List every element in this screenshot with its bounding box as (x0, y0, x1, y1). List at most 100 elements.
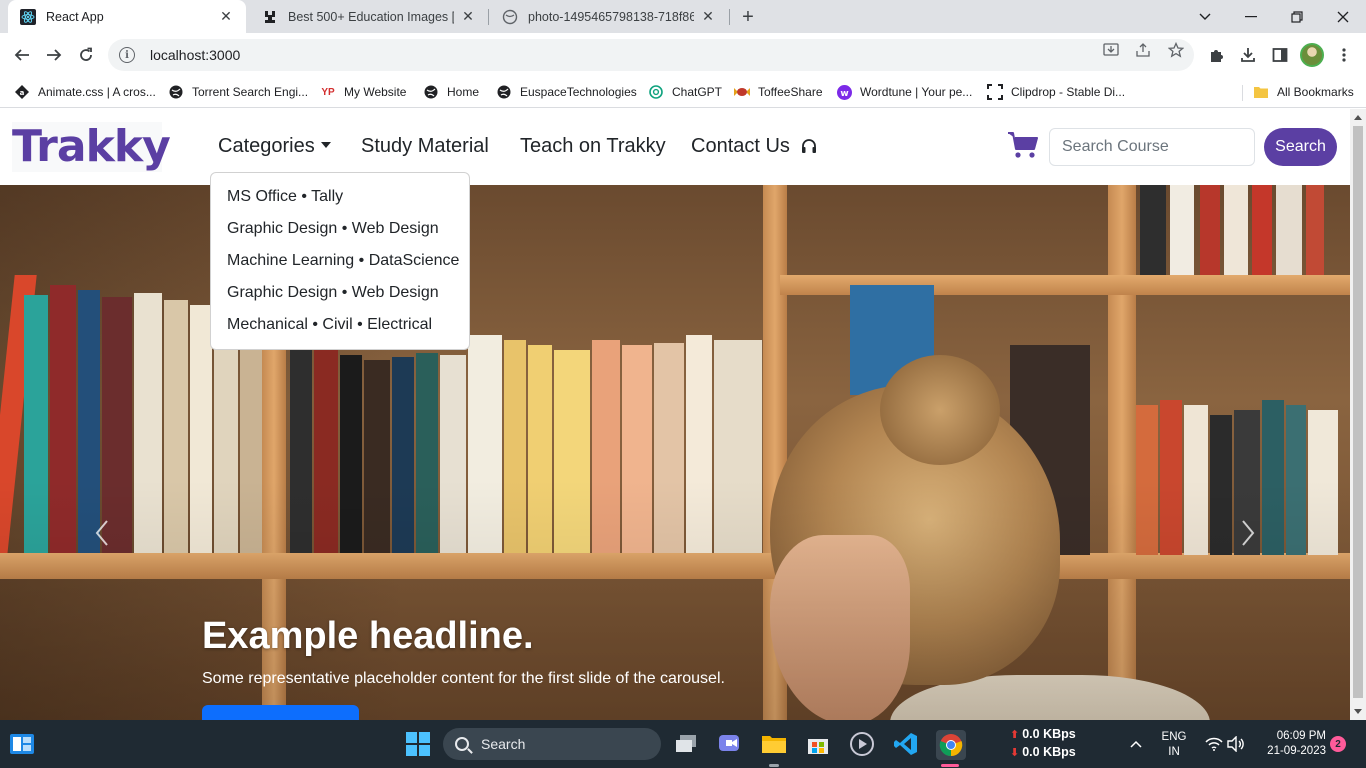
tab-search-chevron-icon[interactable] (1182, 0, 1228, 33)
cart-icon[interactable] (1007, 131, 1039, 159)
tab-title: React App (46, 9, 104, 24)
nav-categories-label: Categories (218, 135, 315, 157)
reload-icon[interactable] (74, 43, 98, 67)
taskbar-search[interactable]: Search (443, 728, 661, 760)
back-arrow-icon[interactable] (10, 43, 34, 67)
dropdown-item-graphic-design[interactable]: Graphic Design • Web Design (211, 277, 469, 309)
microsoft-store-icon[interactable] (804, 730, 832, 758)
close-tab-icon[interactable]: ✕ (218, 8, 234, 25)
carousel-headline: Example headline. (202, 615, 534, 657)
sign-up-button[interactable]: Sign up today (202, 705, 359, 720)
toffee-icon (734, 84, 750, 100)
scroll-up-icon[interactable] (1354, 115, 1362, 120)
carousel-prev-icon[interactable] (90, 520, 114, 546)
react-favicon-icon (20, 8, 36, 25)
new-tab-icon[interactable]: + (737, 6, 759, 28)
chrome-menu-icon[interactable] (1334, 45, 1354, 65)
tab-title: Best 500+ Education Images [HD (288, 9, 454, 24)
scroll-down-icon[interactable] (1354, 709, 1362, 714)
tab-photo[interactable]: photo-1495465798138-718f86d1 ✕ (490, 0, 728, 33)
carousel-text: Some representative placeholder content … (202, 670, 725, 687)
search-button[interactable]: Search (1264, 128, 1337, 166)
globe-favicon-icon (502, 9, 518, 25)
all-bookmarks[interactable]: All Bookmarks (1253, 82, 1354, 102)
nav-contact[interactable]: Contact Us (691, 135, 818, 158)
bookmark-home[interactable]: Home (423, 82, 479, 102)
task-view-icon[interactable] (672, 730, 700, 758)
vscode-icon[interactable] (892, 730, 920, 758)
share-icon[interactable] (1134, 41, 1152, 59)
profile-avatar[interactable] (1300, 43, 1324, 67)
dropdown-item-engineering[interactable]: Mechanical • Civil • Electrical (211, 309, 469, 341)
dropdown-item-graphic-design[interactable]: Graphic Design • Web Design (211, 213, 469, 245)
bookmark-label: Home (447, 85, 480, 99)
dropdown-item-machine-learning[interactable]: Machine Learning • DataScience (211, 245, 469, 277)
search-icon (455, 737, 469, 751)
media-player-icon[interactable] (848, 730, 876, 758)
nav-categories[interactable]: Categories (218, 135, 331, 158)
restore-icon[interactable] (1274, 0, 1320, 33)
teams-chat-icon[interactable] (716, 730, 744, 758)
site-logo[interactable]: Trakky (12, 122, 171, 172)
bookmark-label: Animate.css | A cros... (38, 85, 156, 99)
download-arrow-icon: ⬇ (1010, 747, 1020, 759)
address-bar[interactable]: i localhost:3000 (108, 39, 1194, 71)
animate-css-icon: a (14, 84, 30, 100)
lang-line1: ENG (1161, 731, 1187, 743)
carousel-caption: Example headline. Some representative pl… (202, 615, 725, 688)
language-indicator[interactable]: ENG IN (1160, 730, 1188, 760)
extensions-puzzle-icon[interactable] (1206, 45, 1226, 65)
running-indicator (941, 764, 959, 767)
lang-line2: IN (1168, 746, 1180, 758)
bookmark-star-icon[interactable] (1167, 41, 1185, 59)
carousel-next-icon[interactable] (1236, 520, 1260, 546)
bookmark-label: Wordtune | Your pe... (860, 85, 973, 99)
site-info-icon[interactable]: i (119, 47, 135, 63)
chrome-taskbar-icon[interactable] (936, 730, 966, 760)
bookmark-my-website[interactable]: YP My Website (320, 82, 406, 102)
volume-icon[interactable] (1222, 730, 1250, 758)
clock[interactable]: 06:09 PM 21-09-2023 (1256, 729, 1326, 759)
bookmark-euspace[interactable]: EuspaceTechnologies (496, 82, 637, 102)
tab-react-app[interactable]: React App ✕ (8, 0, 246, 33)
bookmark-wordtune[interactable]: w Wordtune | Your pe... (836, 82, 972, 102)
notification-badge[interactable]: 2 (1330, 736, 1346, 752)
bookmark-clipdrop[interactable]: Clipdrop - Stable Di... (987, 82, 1125, 102)
install-app-icon[interactable] (1102, 41, 1120, 59)
file-explorer-icon[interactable] (760, 730, 788, 758)
wordtune-icon: w (836, 84, 852, 100)
close-tab-icon[interactable]: ✕ (460, 8, 476, 25)
chatgpt-icon (648, 84, 664, 100)
bookmark-chatgpt[interactable]: ChatGPT (648, 82, 722, 102)
widgets-icon[interactable] (8, 730, 36, 758)
nav-study-material[interactable]: Study Material (361, 135, 489, 158)
windows-start-icon[interactable] (404, 730, 432, 758)
minimize-icon[interactable] (1228, 0, 1274, 33)
page-scrollbar[interactable] (1350, 109, 1366, 720)
dropdown-item-ms-office[interactable]: MS Office • Tally (211, 181, 469, 213)
all-bookmarks-label: All Bookmarks (1277, 85, 1354, 99)
scrollbar-thumb[interactable] (1353, 126, 1363, 698)
download-icon[interactable] (1238, 45, 1258, 65)
svg-text:a: a (20, 89, 25, 97)
address-url[interactable]: localhost:3000 (150, 47, 240, 63)
close-window-icon[interactable] (1320, 0, 1366, 33)
bookmark-toffeeshare[interactable]: ToffeeShare (734, 82, 823, 102)
bookmark-torrent-search[interactable]: Torrent Search Engi... (168, 82, 308, 102)
bookmark-animate-css[interactable]: a Animate.css | A cros... (14, 82, 156, 102)
svg-text:w: w (840, 89, 848, 99)
tab-education-images[interactable]: Best 500+ Education Images [HD ✕ (250, 0, 488, 33)
tab-title: photo-1495465798138-718f86d1 (528, 9, 694, 24)
side-panel-icon[interactable] (1270, 45, 1290, 65)
net-down: 0.0 KBps (1022, 745, 1076, 759)
clock-date: 21-09-2023 (1267, 745, 1326, 757)
clipdrop-icon (987, 84, 1003, 100)
course-search-input[interactable] (1049, 128, 1255, 166)
windows-taskbar: Search ⬆ 0.0 KBps ⬇ 0.0 KBps ENG IN 06:09 … (0, 720, 1366, 768)
forward-arrow-icon[interactable] (42, 43, 66, 67)
tray-chevron-up-icon[interactable] (1122, 730, 1150, 758)
nav-teach[interactable]: Teach on Trakky (520, 135, 666, 158)
close-tab-icon[interactable]: ✕ (700, 8, 716, 25)
tab-separator (488, 9, 489, 25)
globe-icon (423, 84, 439, 100)
